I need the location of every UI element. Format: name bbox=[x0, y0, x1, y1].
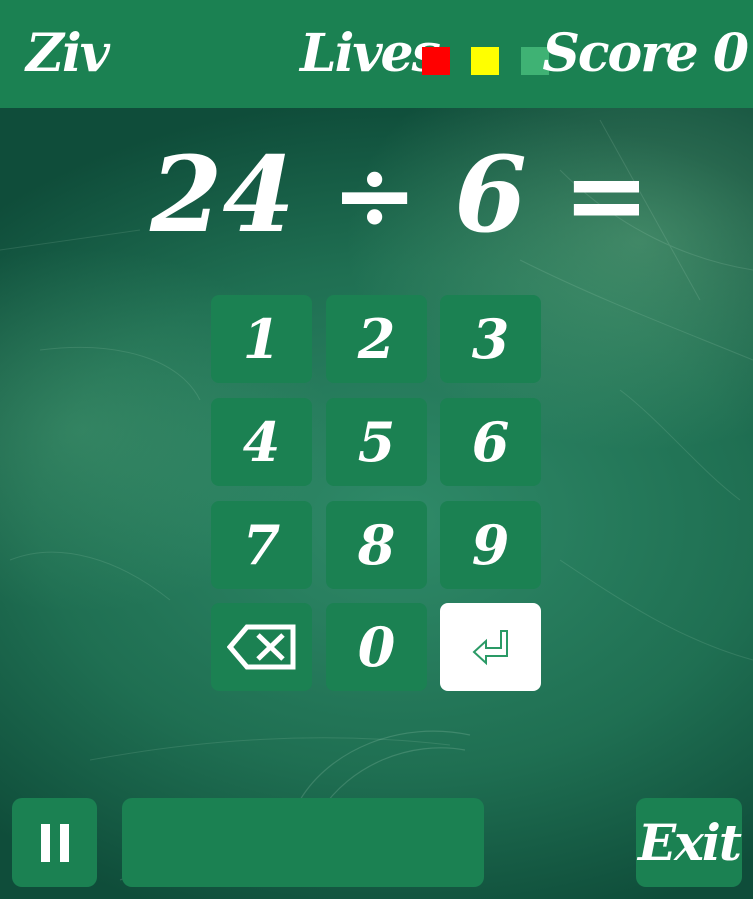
life-indicator-2 bbox=[471, 47, 499, 75]
key-6[interactable]: 6 bbox=[440, 398, 541, 486]
operator: ÷ bbox=[330, 133, 419, 256]
score-display: Score 0 bbox=[542, 22, 749, 86]
equals-sign: = bbox=[562, 133, 651, 256]
number-keypad: 1 2 3 4 5 6 7 8 9 0 bbox=[211, 295, 543, 692]
life-indicator-1 bbox=[422, 47, 450, 75]
backspace-icon bbox=[226, 624, 295, 670]
key-8[interactable]: 8 bbox=[326, 501, 427, 589]
key-3[interactable]: 3 bbox=[440, 295, 541, 383]
enter-return-icon bbox=[472, 630, 508, 666]
math-question: 24 ÷ 6 = bbox=[150, 133, 650, 256]
key-4[interactable]: 4 bbox=[211, 398, 312, 486]
score-label: Score bbox=[542, 23, 698, 84]
timer-bar bbox=[122, 798, 484, 887]
player-name: Ziv bbox=[26, 23, 110, 84]
key-0[interactable]: 0 bbox=[326, 603, 427, 691]
backspace-key[interactable] bbox=[211, 603, 312, 691]
pause-button[interactable] bbox=[12, 798, 97, 887]
score-value: 0 bbox=[712, 23, 749, 84]
top-bar: Ziv Lives Score 0 bbox=[0, 0, 753, 108]
operand-1: 24 bbox=[150, 133, 295, 256]
lives-label: Lives bbox=[300, 23, 441, 84]
key-7[interactable]: 7 bbox=[211, 501, 312, 589]
pause-icon-bar bbox=[59, 823, 69, 862]
enter-key[interactable] bbox=[440, 603, 541, 691]
pause-icon bbox=[40, 823, 50, 862]
exit-button[interactable]: Exit bbox=[636, 798, 742, 887]
operand-2: 6 bbox=[454, 133, 527, 256]
key-1[interactable]: 1 bbox=[211, 295, 312, 383]
key-5[interactable]: 5 bbox=[326, 398, 427, 486]
key-2[interactable]: 2 bbox=[326, 295, 427, 383]
key-9[interactable]: 9 bbox=[440, 501, 541, 589]
